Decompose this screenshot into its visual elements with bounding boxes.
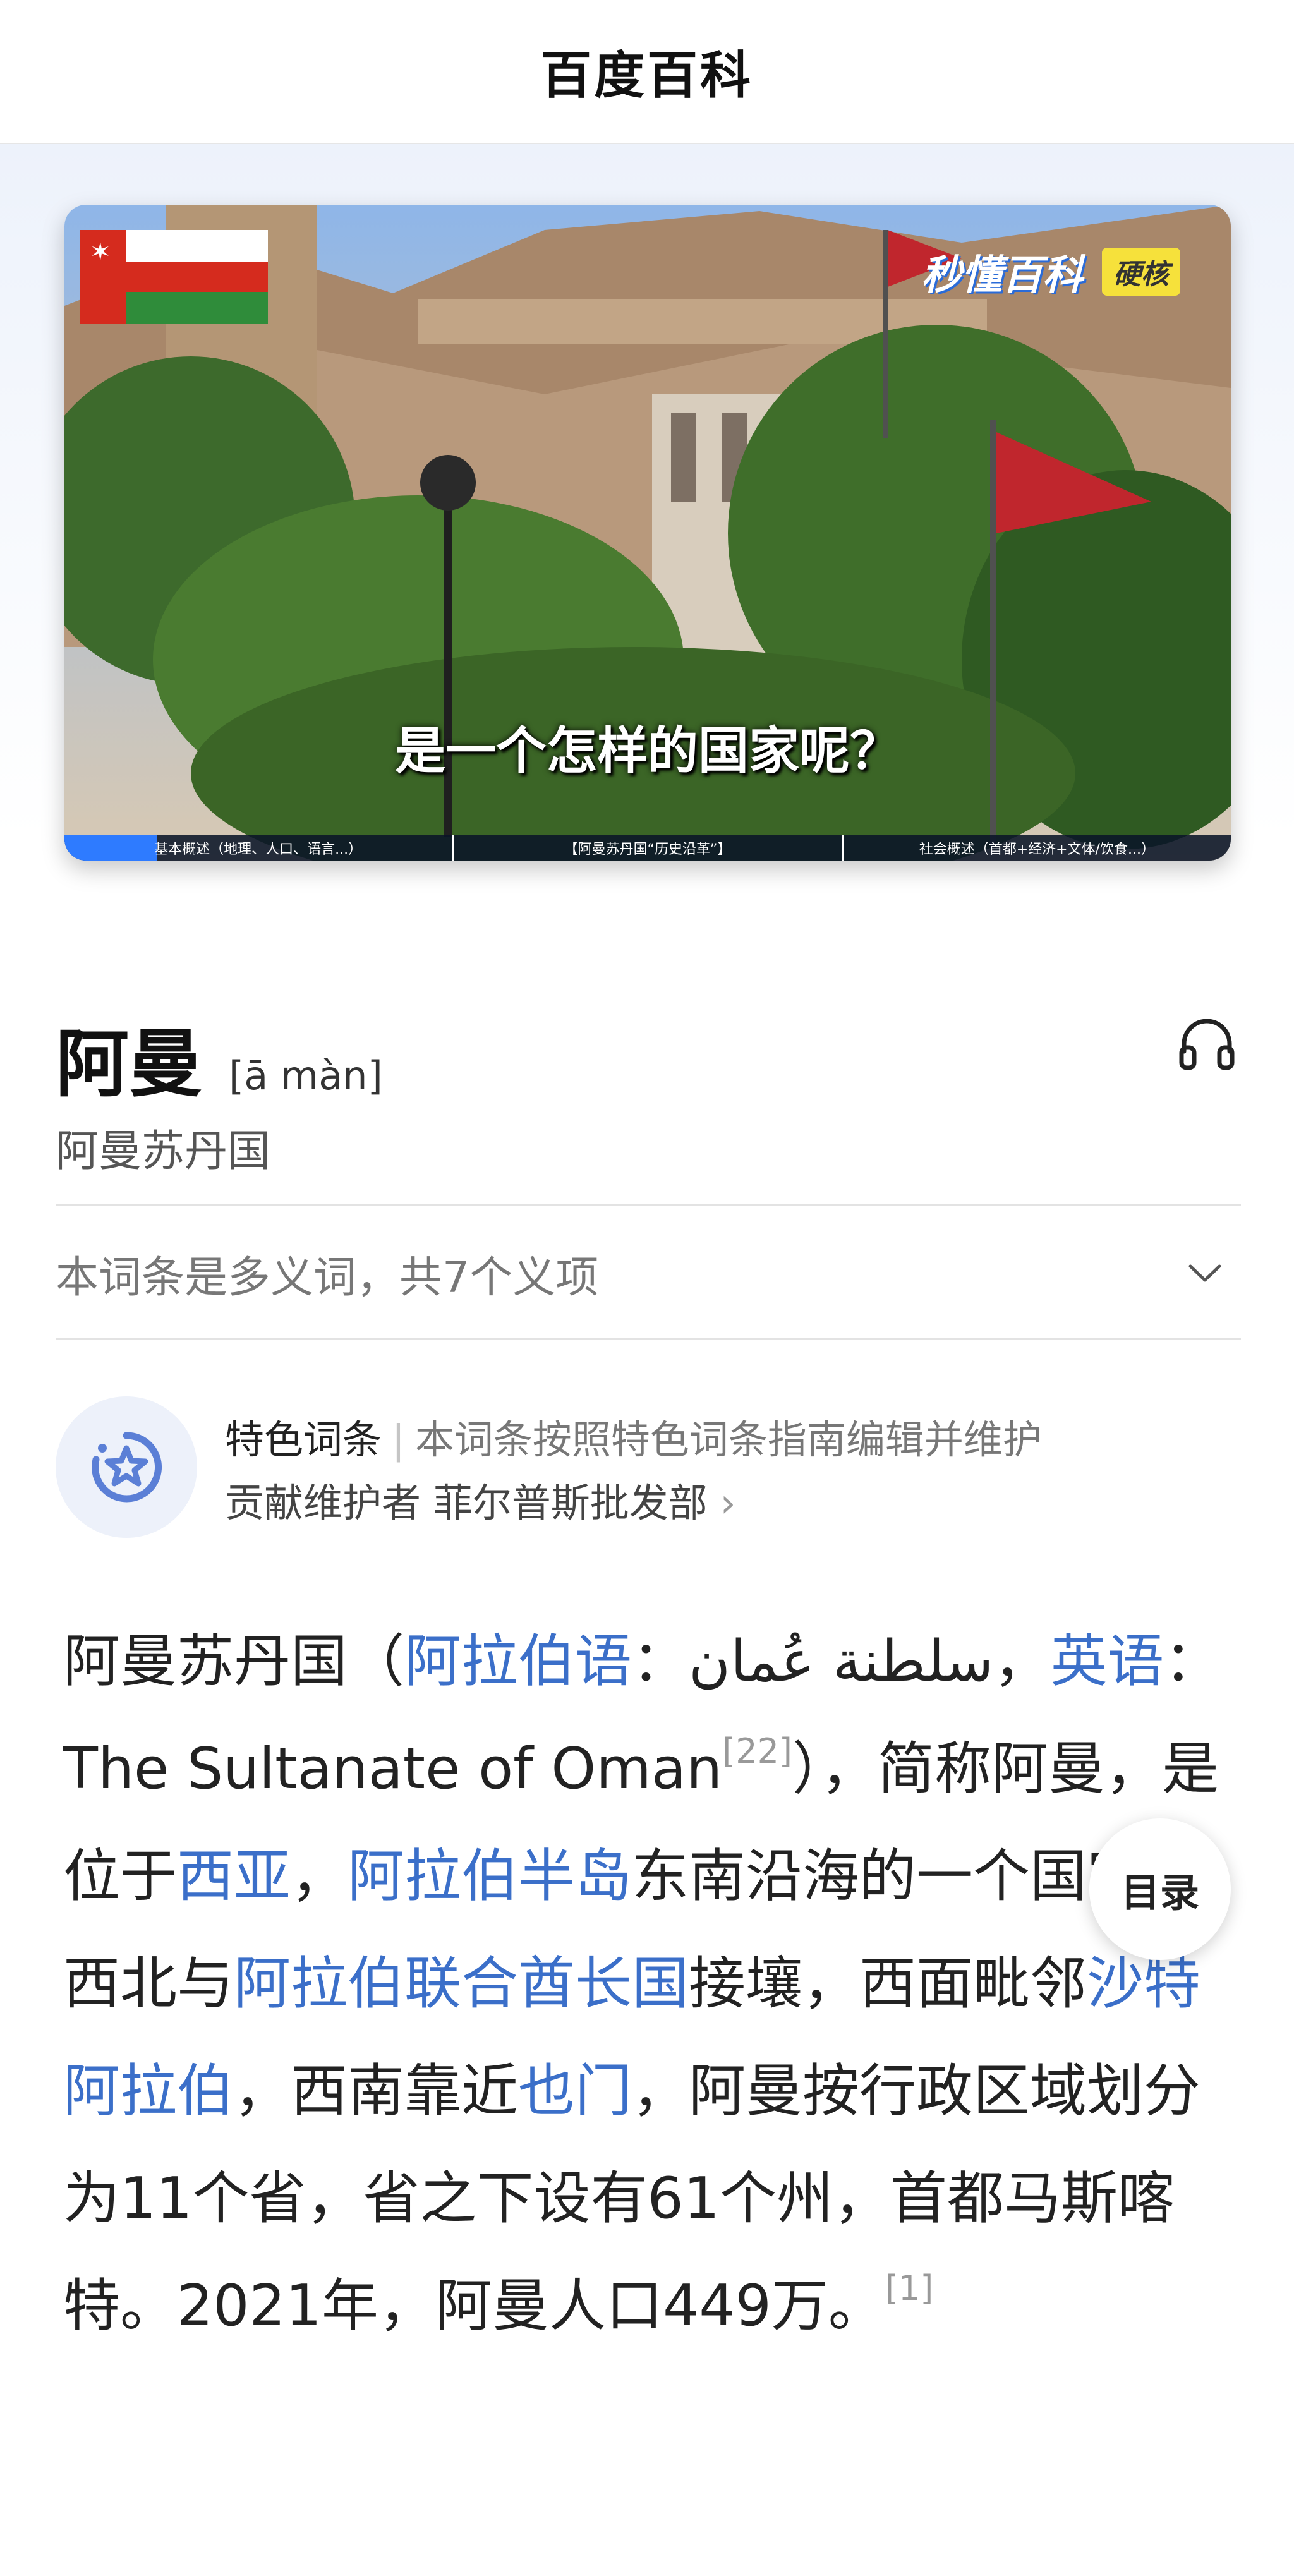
polysemy-selector[interactable]: 本词条是多义词，共7个义项 (56, 1207, 1241, 1339)
entry-summary: 阿曼苏丹国（阿拉伯语：سلطنة عُمان，英语：The Sultanate … (63, 1608, 1226, 2360)
featured-entry-banner[interactable]: 特色词条 | 本词条按照特色词条指南编辑并维护 贡献维护者 菲尔普斯批发部 › (56, 1396, 1241, 1542)
site-title[interactable]: 百度百科 (541, 35, 753, 108)
divider (56, 1338, 1241, 1340)
entry-header: 阿曼 [ā màn] (56, 1005, 1238, 1111)
entry-title: 阿曼 (56, 1022, 202, 1107)
video-brand: 秒懂百科 硬核 (921, 243, 1180, 301)
summary-text: 阿曼苏丹国（ (63, 1628, 404, 1695)
link-arabic[interactable]: 阿拉伯语 (404, 1628, 632, 1695)
link-west-asia[interactable]: 西亚 (177, 1843, 291, 1909)
entry-pinyin: [ā màn] (229, 1053, 383, 1099)
summary-text: ， (291, 1843, 348, 1909)
chapter-item[interactable]: 社会概述（首都+经济+文体/饮食...） (844, 835, 1231, 861)
featured-description: 本词条按照特色词条指南编辑并维护 (414, 1417, 1042, 1463)
summary-text: ，西南靠近 (234, 2058, 518, 2124)
divider (56, 1204, 1241, 1206)
featured-badge (56, 1396, 197, 1538)
chapter-item[interactable]: 基本概述（地理、人口、语言...） (64, 835, 454, 861)
reference-mark[interactable]: [1] (885, 2268, 934, 2308)
polysemy-text: 本词条是多义词，共7个义项 (56, 1252, 599, 1303)
link-uae[interactable]: 阿拉伯联合酋长国 (234, 1950, 689, 2017)
chapter-item[interactable]: 【阿曼苏丹国“历史沿革”】 (454, 835, 844, 861)
chapter-bar[interactable]: 基本概述（地理、人口、语言...） 【阿曼苏丹国“历史沿革”】 社会概述（首都+… (64, 835, 1231, 861)
link-yemen[interactable]: 也门 (518, 2058, 632, 2124)
chevron-right-icon: › (720, 1480, 736, 1526)
chevron-down-icon (1188, 1264, 1221, 1282)
maintainer-line[interactable]: 贡献维护者 菲尔普斯批发部 › (225, 1471, 736, 1528)
reference-mark[interactable]: [22] (722, 1731, 792, 1771)
oman-flag-icon: ✶ (80, 230, 268, 324)
separator: | (392, 1417, 405, 1463)
toc-button[interactable]: 目录 (1089, 1818, 1231, 1960)
svg-text:✶: ✶ (90, 238, 111, 267)
brand-tag: 硬核 (1102, 248, 1180, 296)
headphones-icon[interactable] (1175, 1011, 1238, 1074)
featured-line: 特色词条 | 本词条按照特色词条指南编辑并维护 (225, 1408, 1042, 1465)
link-arabian-peninsula[interactable]: 阿拉伯半岛 (348, 1843, 632, 1909)
video-player[interactable]: ✶ 秒懂百科 硬核 是一个怎样的国家呢？ 基本概述（地理、人口、语言...） 【… (64, 205, 1231, 861)
link-english[interactable]: 英语 (1050, 1628, 1164, 1695)
video-caption: 是一个怎样的国家呢？ (395, 722, 900, 780)
star-badge-icon (92, 1432, 162, 1503)
summary-text: ：سلطنة عُمان， (632, 1628, 1051, 1695)
entry-subtitle: 阿曼苏丹国 (56, 1127, 271, 1176)
summary-text: 接壤，西面毗邻 (689, 1950, 1087, 2017)
featured-label: 特色词条 (225, 1417, 382, 1463)
maintainer-text: 贡献维护者 菲尔普斯批发部 (225, 1480, 708, 1526)
top-bar: 百度百科 (0, 0, 1294, 144)
brand-logo: 秒懂百科 (921, 252, 1083, 299)
